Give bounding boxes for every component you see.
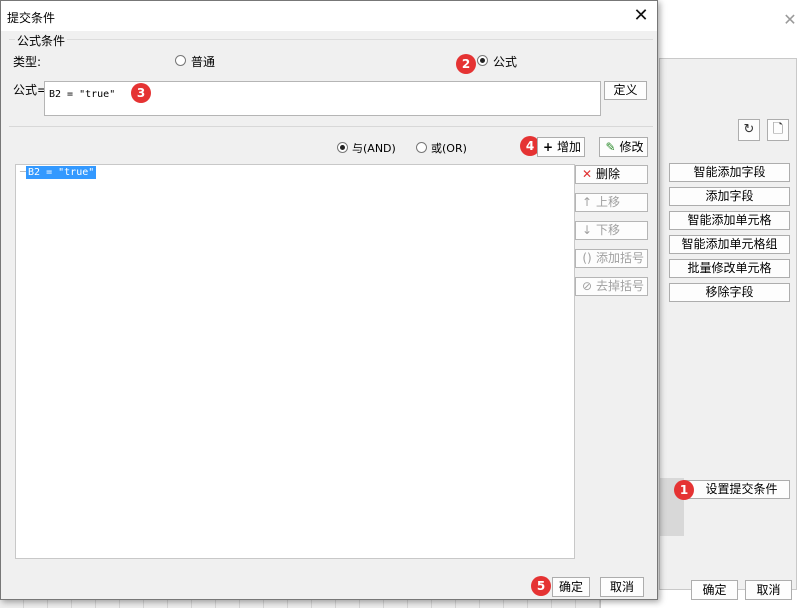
modify-button-label: 修改 <box>619 140 644 154</box>
close-icon[interactable]: ✕ <box>631 6 651 26</box>
group-label: 公式条件 <box>15 32 68 49</box>
ok-button[interactable]: 确定 <box>552 577 590 597</box>
radio-formula-label[interactable]: 公式 <box>493 53 517 70</box>
smart-add-cell-button[interactable]: 智能添加单元格 <box>669 211 790 230</box>
set-submit-condition-button[interactable]: 设置提交条件 <box>683 480 790 499</box>
add-button[interactable]: + 增加 <box>537 137 585 157</box>
radio-or[interactable] <box>416 142 427 153</box>
plus-icon: + <box>542 140 554 154</box>
list-item-text: B2 = "true" <box>26 166 97 179</box>
remove-field-button[interactable]: 移除字段 <box>669 283 790 302</box>
radio-or-label[interactable]: 或(OR) <box>431 140 467 156</box>
smart-add-cell-group-button[interactable]: 智能添加单元格组 <box>669 235 790 254</box>
delete-button[interactable]: ✕ 删除 <box>575 165 648 184</box>
background-cancel-button[interactable]: 取消 <box>745 580 792 600</box>
move-up-button-label: 上移 <box>596 195 621 209</box>
submit-condition-dialog: 提交条件 ✕ 公式条件 类型: 普通 2 公式 公式= B2 = "true" … <box>0 0 658 600</box>
radio-normal-label[interactable]: 普通 <box>191 53 215 70</box>
background-ok-button[interactable]: 确定 <box>691 580 738 600</box>
arrow-up-icon: ↑ <box>581 195 593 209</box>
type-label: 类型: <box>13 55 42 69</box>
formula-input[interactable]: B2 = "true" <box>44 81 601 116</box>
define-button[interactable]: 定义 <box>604 81 647 100</box>
batch-modify-cell-button[interactable]: 批量修改单元格 <box>669 259 790 278</box>
move-down-button[interactable]: ↓ 下移 <box>575 221 648 240</box>
badge-3: 3 <box>131 83 151 103</box>
add-bracket-button[interactable]: () 添加括号 <box>575 249 648 268</box>
cancel-button[interactable]: 取消 <box>600 577 644 597</box>
condition-list[interactable]: ─ B2 = "true" <box>15 164 575 559</box>
badge-2: 2 <box>456 54 476 74</box>
radio-and[interactable] <box>337 142 348 153</box>
delete-icon: ✕ <box>581 167 593 181</box>
add-button-label: 增加 <box>556 140 581 154</box>
bracket-icon: () <box>582 251 592 265</box>
preview-icon[interactable]: 🗋 <box>767 119 789 141</box>
smart-add-field-button[interactable]: 智能添加字段 <box>669 163 790 182</box>
formula-label: 公式= <box>13 83 48 97</box>
dialog-titlebar[interactable]: 提交条件 ✕ <box>1 1 657 31</box>
badge-1: 1 <box>674 480 694 500</box>
move-up-button[interactable]: ↑ 上移 <box>575 193 648 212</box>
radio-formula[interactable] <box>477 55 488 66</box>
add-bracket-button-label: 添加括号 <box>596 251 645 265</box>
list-item[interactable]: ─ B2 = "true" <box>16 166 97 179</box>
remove-bracket-button-label: 去掉括号 <box>596 279 645 293</box>
arrow-down-icon: ↓ <box>581 223 593 237</box>
modify-button[interactable]: ✎ 修改 <box>599 137 648 157</box>
add-field-button[interactable]: 添加字段 <box>669 187 790 206</box>
badge-5: 5 <box>531 576 551 596</box>
radio-and-label[interactable]: 与(AND) <box>352 140 396 156</box>
edit-icon: ✎ <box>605 140 616 154</box>
radio-normal[interactable] <box>175 55 186 66</box>
background-close-icon[interactable]: ✕ <box>782 12 798 28</box>
remove-bracket-button[interactable]: ⊘ 去掉括号 <box>575 277 648 296</box>
divider <box>9 126 653 127</box>
move-down-button-label: 下移 <box>596 223 621 237</box>
refresh-icon[interactable]: ↻ <box>738 119 760 141</box>
remove-bracket-icon: ⊘ <box>581 279 593 293</box>
dialog-title: 提交条件 <box>7 11 56 25</box>
delete-button-label: 删除 <box>596 167 621 181</box>
